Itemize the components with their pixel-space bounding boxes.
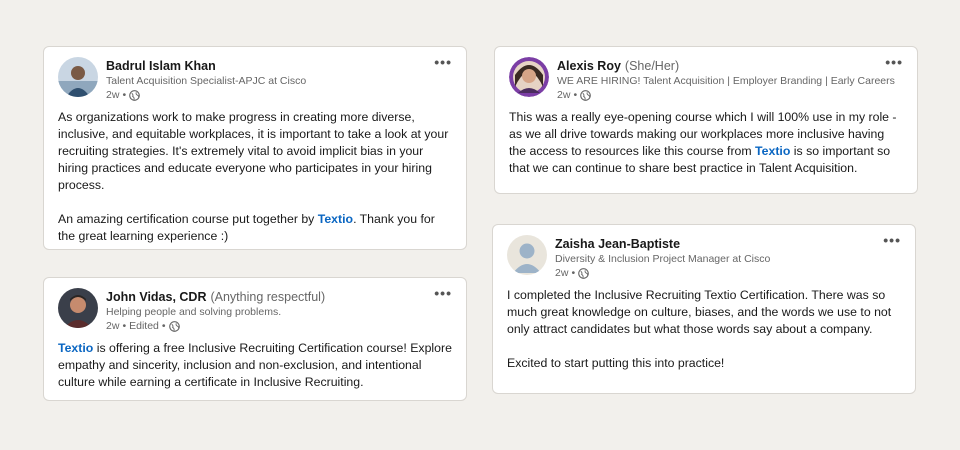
textio-mention-link[interactable]: Textio	[755, 144, 790, 158]
author-name[interactable]: Badrul Islam Khan	[106, 59, 216, 73]
post-body: As organizations work to make progress i…	[58, 109, 452, 245]
text-segment: is offering a free Inclusive Recruiting …	[58, 341, 452, 389]
author-headline: Helping people and solving problems.	[106, 306, 282, 318]
textio-mention-link[interactable]: Textio	[318, 212, 353, 226]
globe-icon	[129, 89, 140, 101]
more-options-button[interactable]: •••	[885, 55, 903, 69]
post-time: 2w	[106, 89, 120, 101]
avatar[interactable]	[58, 57, 98, 97]
more-options-button[interactable]: •••	[434, 286, 452, 300]
post-card: John Vidas, CDR (Anything respectful) Hel…	[43, 277, 467, 401]
avatar[interactable]	[58, 288, 98, 328]
author-name-line[interactable]: Alexis Roy (She/Her)	[557, 59, 679, 73]
author-headline: Talent Acquisition Specialist-APJC at Ci…	[106, 75, 307, 87]
author-pronouns: (Anything respectful)	[210, 290, 326, 304]
globe-icon	[168, 320, 180, 332]
meta-separator: •	[122, 320, 127, 332]
post-meta: 2w •	[557, 89, 591, 101]
post-paragraph: This was a really eye-opening course whi…	[509, 109, 903, 177]
meta-separator: •	[573, 89, 578, 101]
post-meta: 2w •	[106, 89, 140, 101]
more-options-button[interactable]: •••	[434, 55, 452, 69]
post-time: 2w	[557, 89, 571, 101]
author-name[interactable]: Alexis Roy	[557, 59, 621, 73]
post-paragraph: Textio is offering a free Inclusive Recr…	[58, 340, 452, 391]
text-segment: An amazing certification course put toge…	[58, 212, 318, 226]
author-name-line[interactable]: Zaisha Jean-Baptiste	[555, 237, 680, 251]
edited-label: Edited	[129, 320, 159, 332]
post-body: This was a really eye-opening course whi…	[509, 109, 903, 177]
post-paragraph: Excited to start putting this into pract…	[507, 356, 725, 370]
author-name[interactable]: John Vidas, CDR	[106, 290, 206, 304]
post-card: Alexis Roy (She/Her) WE ARE HIRING! Talen…	[494, 46, 918, 194]
author-name-line[interactable]: Badrul Islam Khan	[106, 59, 216, 73]
author-headline: Diversity & Inclusion Project Manager at…	[555, 253, 771, 265]
author-name[interactable]: Zaisha Jean-Baptiste	[555, 237, 680, 251]
post-paragraph: An amazing certification course put toge…	[58, 211, 452, 245]
globe-icon	[580, 89, 591, 101]
textio-mention-link[interactable]: Textio	[58, 341, 93, 355]
author-pronouns: (She/Her)	[624, 59, 680, 73]
globe-icon	[578, 267, 589, 279]
avatar[interactable]	[507, 235, 547, 275]
meta-separator: •	[122, 89, 127, 101]
meta-separator: •	[161, 320, 166, 332]
post-card: Zaisha Jean-Baptiste Diversity & Inclusi…	[492, 224, 916, 394]
post-time: 2w	[106, 320, 120, 332]
post-body: Textio is offering a free Inclusive Recr…	[58, 340, 452, 391]
meta-separator: •	[571, 267, 576, 279]
author-headline: WE ARE HIRING! Talent Acquisition | Empl…	[557, 75, 895, 87]
avatar[interactable]	[509, 57, 549, 97]
author-name-line[interactable]: John Vidas, CDR (Anything respectful)	[106, 290, 325, 304]
post-meta: 2w • Edited •	[106, 320, 180, 332]
post-card: Badrul Islam Khan Talent Acquisition Spe…	[43, 46, 467, 250]
more-options-button[interactable]: •••	[883, 233, 901, 247]
post-paragraph: As organizations work to make progress i…	[58, 110, 449, 192]
post-meta: 2w •	[555, 267, 589, 279]
post-time: 2w	[555, 267, 569, 279]
post-body: I completed the Inclusive Recruiting Tex…	[507, 287, 901, 372]
post-paragraph: I completed the Inclusive Recruiting Tex…	[507, 288, 892, 336]
